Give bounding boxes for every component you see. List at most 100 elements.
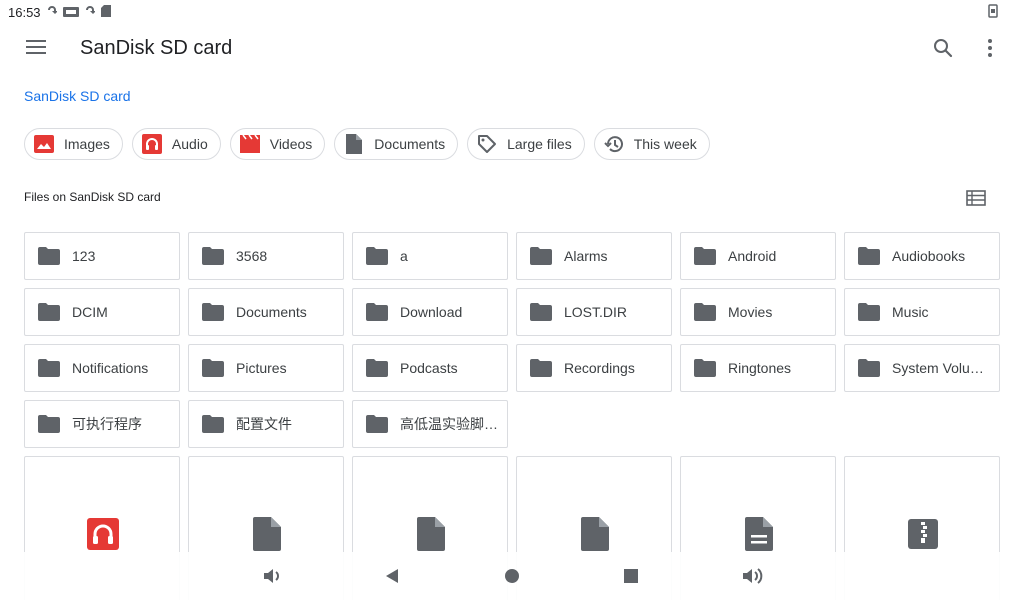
folder-icon [366,359,388,377]
sync-icon [85,5,96,20]
folder-item[interactable]: Android [680,232,836,280]
chip-images[interactable]: Images [24,128,123,160]
folder-name: LOST.DIR [564,304,628,320]
folder-icon [858,303,880,321]
folder-name: 配置文件 [236,416,292,432]
file-icon [579,517,611,551]
chip-videos[interactable]: Videos [229,128,326,160]
folder-icon [366,415,388,433]
chip-label: Videos [269,136,313,152]
folder-name: 可执行程序 [72,416,142,432]
folder-icon [366,303,388,321]
folder-icon [366,247,388,265]
chip-label: This week [633,136,697,152]
folder-icon [530,303,552,321]
movie-icon [239,134,260,154]
folder-item[interactable]: 高低温实验脚… [352,400,508,448]
folder-name: System Volu… [892,360,984,376]
folder-icon [530,247,552,265]
folder-icon [202,247,224,265]
folder-name: Recordings [564,360,635,376]
folder-item[interactable]: 123 [24,232,180,280]
chip-large-files[interactable]: Large files [467,128,585,160]
chip-this-week[interactable]: This week [593,128,710,160]
folder-icon [38,415,60,433]
folder-item[interactable]: Alarms [516,232,672,280]
folder-item[interactable]: Music [844,288,1000,336]
home-icon[interactable] [500,564,524,588]
folder-name: Android [728,248,777,264]
folder-item[interactable]: Pictures [188,344,344,392]
folder-name: Podcasts [400,360,458,376]
folder-item[interactable]: Documents [188,288,344,336]
folder-name: Movies [728,304,773,320]
folder-item[interactable]: LOST.DIR [516,288,672,336]
section-title: Files on SanDisk SD card [24,190,161,204]
folder-item[interactable]: Notifications [24,344,180,392]
search-icon[interactable] [932,37,954,59]
folder-name: a [400,248,408,264]
chip-documents[interactable]: Documents [334,128,459,160]
navigation-bar [0,552,1024,600]
folder-name: Download [400,304,463,320]
tag-icon [477,134,497,154]
folder-item[interactable]: Audiobooks [844,232,1000,280]
audio-file-icon [87,517,119,551]
folder-icon [694,359,716,377]
folder-icon [38,303,60,321]
folder-name: Audiobooks [892,248,966,264]
file-icon [415,517,447,551]
folder-icon [858,359,880,377]
folder-item[interactable]: Download [352,288,508,336]
folder-name: 123 [72,248,96,264]
sd-card-icon [100,4,111,20]
dvr-icon [62,5,79,20]
folder-name: Music [892,304,929,320]
folder-item[interactable]: 3568 [188,232,344,280]
chip-label: Large files [507,136,572,152]
folder-name: 3568 [236,248,268,264]
folder-icon [202,415,224,433]
sync-icon [47,5,58,20]
history-icon [603,134,624,154]
folder-name: 高低温实验脚… [400,416,498,432]
file-icon [251,517,283,551]
folder-item[interactable]: a [352,232,508,280]
folder-item[interactable]: 配置文件 [188,400,344,448]
chip-label: Documents [374,136,446,152]
folder-item[interactable]: Podcasts [352,344,508,392]
list-view-icon[interactable] [966,190,986,206]
folder-name: Alarms [564,248,608,264]
document-icon [344,134,364,154]
image-icon [34,134,54,154]
folder-icon [38,247,60,265]
volume-down-icon[interactable] [260,564,284,588]
rotate-icon [988,4,998,21]
breadcrumb[interactable]: SanDisk SD card [24,88,131,104]
status-bar: 16:53 [0,0,1024,24]
folder-icon [858,247,880,265]
folder-item[interactable]: System Volu… [844,344,1000,392]
folder-icon [694,247,716,265]
folder-item[interactable]: 可执行程序 [24,400,180,448]
folder-icon [202,359,224,377]
folder-icon [694,303,716,321]
app-bar: SanDisk SD card [0,24,1024,74]
folder-item[interactable]: Ringtones [680,344,836,392]
menu-icon[interactable] [26,40,46,56]
folder-name: Notifications [72,360,149,376]
folder-icon [530,359,552,377]
folder-name: Pictures [236,360,287,376]
headphones-icon [141,134,162,154]
more-vert-icon[interactable] [979,37,1001,59]
back-icon[interactable] [380,564,404,588]
folder-item[interactable]: Movies [680,288,836,336]
folder-item[interactable]: DCIM [24,288,180,336]
folder-name: Ringtones [728,360,792,376]
chip-audio[interactable]: Audio [131,128,221,160]
folder-item[interactable]: Recordings [516,344,672,392]
text-file-icon [743,517,775,551]
volume-up-icon[interactable] [740,564,764,588]
recents-icon[interactable] [619,564,643,588]
folder-name: DCIM [72,304,108,320]
